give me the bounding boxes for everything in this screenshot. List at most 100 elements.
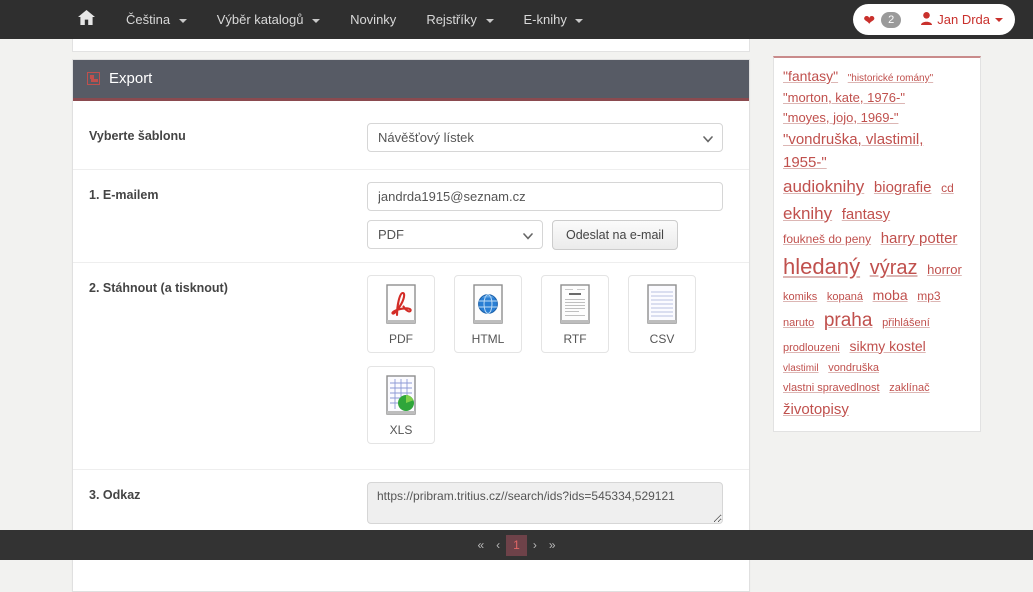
chevron-down-icon	[575, 18, 584, 23]
template-select[interactable]: Návěšťový lístek	[367, 123, 723, 152]
above-panel-strip	[72, 39, 750, 52]
tag-item[interactable]: vlastni spravedlnost	[783, 380, 880, 397]
xls-spreadsheet-chart-icon	[384, 375, 418, 417]
download-tile-xls[interactable]: XLS	[367, 366, 435, 444]
export-panel: Export Vyberte šablonu Návěšťový lístek	[72, 59, 750, 592]
user-icon	[921, 11, 933, 28]
send-email-button[interactable]: Odeslat na e-mail	[552, 220, 678, 250]
download-tile-label: XLS	[389, 423, 413, 437]
template-row: Vyberte šablonu Návěšťový lístek	[73, 111, 749, 170]
csv-lined-file-icon	[645, 284, 679, 326]
link-label: 3. Odkaz	[89, 488, 141, 502]
download-tile-rtf[interactable]: RTF	[541, 275, 609, 353]
download-tile-csv[interactable]: CSV	[628, 275, 696, 353]
tag-item[interactable]: prodlouzeni	[783, 340, 840, 357]
tag-item[interactable]: cd	[941, 179, 954, 198]
nav-item-label: Rejstříky	[426, 12, 477, 27]
html-globe-file-icon	[471, 284, 505, 326]
email-format-row: PDF Odeslat na e-mail	[367, 220, 733, 250]
tag-item[interactable]: výraz	[870, 253, 918, 284]
pagination-first[interactable]: «	[471, 536, 490, 555]
nav-item-catalog-selection[interactable]: Výběr katalogů	[202, 0, 335, 39]
pagination-prev[interactable]: ‹	[490, 536, 506, 555]
tag-item[interactable]: praha	[824, 306, 873, 335]
tag-item[interactable]: životopisy	[783, 398, 849, 421]
tag-item[interactable]: mp3	[917, 287, 940, 306]
tag-item[interactable]: eknihy	[783, 201, 832, 227]
template-label: Vyberte šablonu	[89, 129, 186, 143]
tag-item[interactable]: audioknihy	[783, 174, 864, 200]
email-input[interactable]	[367, 182, 723, 211]
nav-item-label: E-knihy	[523, 12, 567, 27]
nav-item-language[interactable]: Čeština	[111, 0, 202, 39]
pagination-page-1[interactable]: 1	[506, 534, 527, 556]
tag-item[interactable]: hledaný	[783, 250, 860, 284]
top-navbar: Čeština Výběr katalogů Novinky Rejstříky…	[0, 0, 1033, 39]
download-tile-html[interactable]: HTML	[454, 275, 522, 353]
download-control: PDF HTML RTF CSV XLS	[367, 275, 767, 457]
nav-home-link[interactable]	[62, 0, 111, 39]
download-row: 2. Stáhnout (a tisknout) PDF HTML RTF CS…	[73, 263, 749, 470]
download-tiles: PDF HTML RTF CSV XLS	[367, 275, 767, 457]
primary-nav: Čeština Výběr katalogů Novinky Rejstříky…	[62, 0, 598, 39]
favorites-count-badge: 2	[881, 11, 902, 28]
page-title: Export	[109, 70, 153, 87]
pagination-next[interactable]: ›	[527, 536, 543, 555]
chevron-down-icon	[995, 17, 1003, 22]
email-format-select[interactable]: PDF	[367, 220, 543, 249]
user-name-label: Jan Drda	[937, 12, 990, 27]
broken-image-icon	[87, 72, 100, 85]
rtf-document-icon	[558, 284, 592, 326]
tag-item[interactable]: "fantasy"	[783, 66, 838, 88]
template-select-wrap: Návěšťový lístek	[367, 123, 723, 152]
export-panel-header: Export	[73, 60, 749, 101]
tag-cloud-panel: "fantasy" "historické romány" "morton, k…	[773, 56, 981, 432]
email-label: 1. E-mailem	[89, 188, 159, 202]
download-tile-pdf[interactable]: PDF	[367, 275, 435, 353]
tag-item[interactable]: naruto	[783, 315, 814, 332]
footer-bar: « ‹ 1 › »	[0, 530, 1033, 560]
tag-item[interactable]: přihlášení	[882, 315, 930, 332]
favorites-button[interactable]: ❤ 2	[863, 11, 902, 28]
pdf-file-icon	[384, 284, 418, 326]
chevron-down-icon	[312, 18, 321, 23]
user-menu-button[interactable]: Jan Drda	[921, 11, 1003, 28]
nav-item-label: Výběr katalogů	[216, 12, 304, 27]
heart-icon: ❤	[863, 11, 876, 28]
tag-item[interactable]: komiks	[783, 289, 817, 306]
nav-item-ebooks[interactable]: E-knihy	[509, 0, 599, 39]
tag-item[interactable]: vondruška	[828, 360, 879, 377]
nav-item-label: Novinky	[350, 12, 397, 27]
tag-item[interactable]: biografie	[874, 176, 932, 199]
pagination-last[interactable]: »	[543, 536, 562, 555]
chevron-down-icon	[485, 18, 494, 23]
tag-item[interactable]: "vondruška, vlastimil, 1955-"	[783, 128, 965, 175]
tag-item[interactable]: sikmy kostel	[850, 336, 926, 358]
tag-item[interactable]: "historické romány"	[848, 71, 933, 87]
tag-item[interactable]: moba	[873, 285, 908, 307]
chevron-down-icon	[178, 18, 187, 23]
user-area: ❤ 2 Jan Drda	[853, 4, 1015, 35]
nav-item-label: Čeština	[126, 12, 171, 27]
tag-item[interactable]: horror	[927, 260, 962, 280]
download-tile-label: HTML	[471, 332, 505, 346]
tag-item[interactable]: zaklínač	[889, 380, 929, 397]
tag-item[interactable]: "morton, kate, 1976-"	[783, 88, 905, 108]
download-tile-label: CSV	[649, 332, 675, 346]
export-panel-body: Vyberte šablonu Návěšťový lístek 1. E-ma…	[73, 101, 749, 591]
nav-item-registers[interactable]: Rejstříky	[411, 0, 508, 39]
tag-item[interactable]: foukneš do peny	[783, 230, 871, 249]
nav-item-news[interactable]: Novinky	[335, 0, 411, 39]
tag-item[interactable]: harry potter	[881, 227, 958, 250]
email-format-select-wrap: PDF	[367, 220, 543, 249]
link-textarea[interactable]: https://pribram.tritius.cz//search/ids?i…	[367, 482, 723, 524]
email-control: PDF Odeslat na e-mail	[367, 182, 733, 250]
download-tile-label: PDF	[389, 332, 413, 346]
pagination: « ‹ 1 › »	[471, 534, 562, 556]
tag-item[interactable]: "moyes, jojo, 1969-"	[783, 108, 898, 128]
tag-item[interactable]: fantasy	[842, 203, 890, 226]
tag-item[interactable]: kopaná	[827, 289, 863, 306]
tag-item[interactable]: vlastimil	[783, 361, 819, 377]
download-tile-label: RTF	[563, 332, 587, 346]
template-control: Návěšťový lístek	[367, 123, 733, 152]
